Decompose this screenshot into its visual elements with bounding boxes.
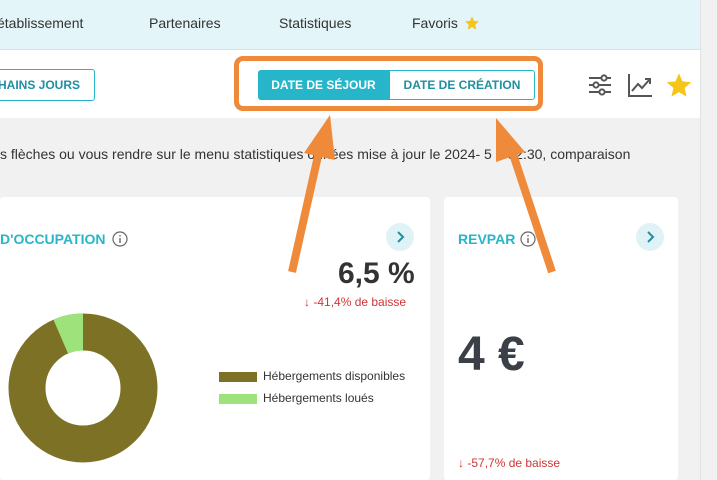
- legend-swatch-disponibles: [219, 372, 257, 382]
- legend-swatch-loues: [219, 394, 257, 404]
- nav-item-etablissement[interactable]: établissement: [0, 15, 83, 31]
- revpar-title: REVPAR: [458, 231, 516, 247]
- details-button[interactable]: [386, 223, 414, 251]
- occupation-donut: [8, 313, 158, 463]
- revpar-trend: ↓ -57,7% de baisse: [458, 456, 561, 470]
- legend-label-loues: Hébergements loués: [263, 391, 374, 405]
- chevron-right-icon: [647, 231, 655, 243]
- star-icon[interactable]: [665, 71, 693, 99]
- sliders-icon[interactable]: [586, 71, 614, 99]
- occupation-card: D'OCCUPATION 6,5 % ↓ -41,4% de baisse Hé…: [0, 197, 430, 480]
- chevron-right-icon: [397, 231, 405, 243]
- star-icon: [465, 16, 479, 30]
- nav-item-partenaires[interactable]: Partenaires: [149, 15, 221, 31]
- legend-label-disponibles: Hébergements disponibles: [263, 369, 406, 383]
- trend-chart-icon[interactable]: [626, 71, 654, 99]
- info-text: s flèches ou vous rendre sur le menu sta…: [0, 146, 631, 162]
- nav-item-favoris[interactable]: Favoris: [412, 15, 458, 31]
- prochains-jours-button[interactable]: HAINS JOURS: [0, 69, 95, 101]
- arrow-down-icon: ↓: [458, 456, 464, 470]
- occupation-trend: ↓ -41,4% de baisse: [304, 295, 407, 309]
- top-navigation: établissement Partenaires Statistiques F…: [0, 0, 700, 50]
- info-icon[interactable]: [112, 231, 128, 247]
- nav-item-statistiques[interactable]: Statistiques: [279, 15, 351, 31]
- arrow-down-icon: ↓: [304, 295, 310, 309]
- occupation-title: D'OCCUPATION: [0, 231, 106, 247]
- occupation-value: 6,5 %: [338, 257, 415, 290]
- details-button[interactable]: [636, 223, 664, 251]
- revpar-value: 4 €: [458, 328, 525, 381]
- info-icon[interactable]: [520, 231, 536, 247]
- highlight-box: [234, 56, 543, 111]
- scrollbar[interactable]: [700, 0, 717, 480]
- revpar-card: REVPAR 4 € ↓ -57,7% de baisse: [444, 197, 678, 480]
